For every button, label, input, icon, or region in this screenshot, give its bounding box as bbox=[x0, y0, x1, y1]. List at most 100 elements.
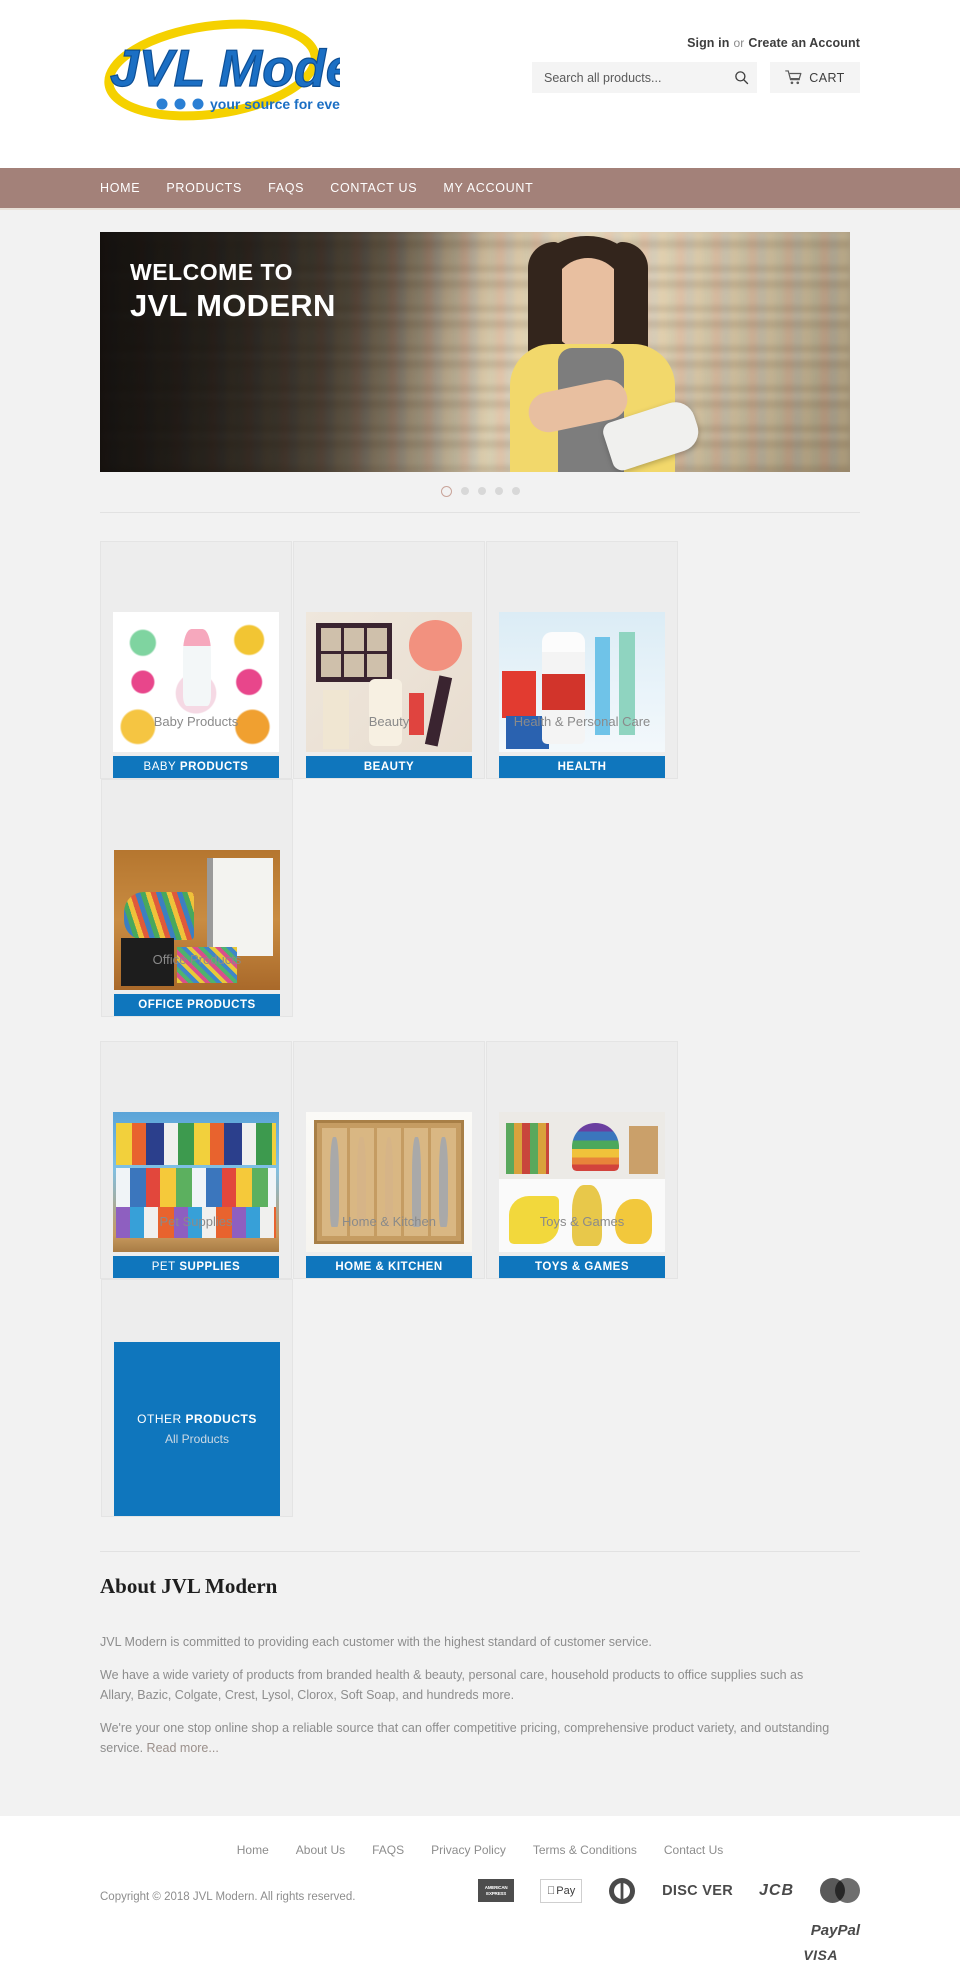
about-paragraph-1: JVL Modern is committed to providing eac… bbox=[100, 1635, 652, 1649]
site-header: JVL Modern your source for everything Si… bbox=[0, 0, 960, 168]
footer-link-contact-us[interactable]: Contact Us bbox=[664, 1843, 723, 1857]
category-tile-baby-products[interactable]: Baby Products BABY PRODUCTS bbox=[100, 541, 292, 779]
footer-link-about-us[interactable]: About Us bbox=[296, 1843, 345, 1857]
category-tile-office-products[interactable]: Office Products OFFICE PRODUCTS bbox=[101, 779, 293, 1017]
about-paragraph-2: We have a wide variety of products from … bbox=[100, 1668, 804, 1702]
carousel-dot-4[interactable] bbox=[494, 487, 503, 495]
footer-link-privacy-policy[interactable]: Privacy Policy bbox=[431, 1843, 506, 1857]
category-tile-toys-games[interactable]: Toys & Games TOYS & GAMES bbox=[486, 1041, 678, 1279]
category-bar-bold: TOYS & GAMES bbox=[535, 1261, 629, 1273]
category-grid-row-1: Baby Products BABY PRODUCTS Beauty BEAUT… bbox=[100, 541, 860, 1017]
category-bar-beauty: BEAUTY bbox=[306, 756, 472, 778]
category-bar-bold: SUPPLIES bbox=[179, 1261, 241, 1273]
category-tile-other-products[interactable]: OTHER PRODUCTS All Products bbox=[101, 1279, 293, 1517]
amex-label: AMERICAN EXPRESS bbox=[484, 1885, 508, 1896]
footer-link-home[interactable]: Home bbox=[237, 1843, 269, 1857]
category-image-home-kitchen bbox=[306, 1112, 472, 1252]
payment-icon-diners-club bbox=[608, 1877, 636, 1904]
category-bar-office-products: OFFICE PRODUCTS bbox=[114, 994, 280, 1016]
account-links: Sign in or Create an Account bbox=[687, 36, 860, 50]
search-box[interactable] bbox=[532, 62, 757, 93]
category-bar-pet-supplies: PET SUPPLIES bbox=[113, 1256, 279, 1278]
category-bar-thin: PET bbox=[151, 1261, 176, 1273]
footer-link-terms-conditions[interactable]: Terms & Conditions bbox=[533, 1843, 637, 1857]
hero-line-1: WELCOME TO bbox=[130, 259, 294, 285]
payment-icon-jcb: JCB bbox=[759, 1879, 794, 1903]
other-products-title-thin: OTHER bbox=[137, 1412, 186, 1426]
cart-label: CART bbox=[809, 70, 845, 85]
nav-item-products[interactable]: PRODUCTS bbox=[166, 181, 242, 195]
create-account-link[interactable]: Create an Account bbox=[748, 36, 860, 50]
account-or-text: or bbox=[733, 36, 745, 50]
copyright-text: Copyright © 2018 JVL Modern. All rights … bbox=[100, 1890, 356, 1903]
svg-text:your source for everything: your source for everything bbox=[210, 96, 340, 112]
category-bar-bold: HEALTH bbox=[557, 761, 607, 773]
payment-icon-mastercard bbox=[820, 1878, 860, 1904]
category-bar-thin: BABY bbox=[143, 761, 177, 773]
other-products-title: OTHER PRODUCTS bbox=[137, 1412, 257, 1426]
category-image-toys-games bbox=[499, 1112, 665, 1252]
payment-icon-paypal: PayPal bbox=[811, 1919, 860, 1943]
apple-pay-label: Pay bbox=[551, 1884, 575, 1897]
paypal-label: PayPal bbox=[810, 1922, 860, 1940]
svg-text:JVL Modern: JVL Modern bbox=[110, 40, 340, 98]
category-bar-bold: PRODUCTS bbox=[179, 761, 249, 773]
about-paragraph-3: We're your one stop online shop a reliab… bbox=[100, 1719, 830, 1758]
payment-icon-discover: DISC VER bbox=[662, 1879, 733, 1903]
carousel-dot-3[interactable] bbox=[477, 487, 486, 495]
category-grid-row-2: Pet Supplies PET SUPPLIES Home & Kitchen… bbox=[100, 1041, 860, 1517]
nav-item-home[interactable]: HOME bbox=[100, 181, 140, 195]
payment-icon-visa: VISA bbox=[803, 1943, 838, 1967]
other-products-subtitle: All Products bbox=[164, 1432, 230, 1446]
search-input[interactable] bbox=[544, 70, 734, 85]
payment-icon-american-express: AMERICAN EXPRESS bbox=[478, 1879, 515, 1903]
cart-button[interactable]: CART bbox=[770, 62, 860, 93]
payment-methods-row-2: VISA bbox=[420, 1943, 860, 1967]
sign-in-link[interactable]: Sign in bbox=[687, 36, 729, 50]
hero-text: WELCOME TO JVL MODERN bbox=[130, 258, 336, 326]
footer-link-faqs[interactable]: FAQS bbox=[372, 1843, 404, 1857]
payment-methods: AMERICAN EXPRESS Pay bbox=[420, 1877, 860, 1943]
search-icon[interactable] bbox=[734, 70, 749, 85]
payment-icon-apple-pay: Pay bbox=[540, 1878, 583, 1903]
section-divider bbox=[100, 512, 860, 513]
category-image-pet-supplies bbox=[113, 1112, 279, 1252]
category-bar-bold: BEAUTY bbox=[363, 761, 415, 773]
main-navigation: HOME PRODUCTS FAQS CONTACT US MY ACCOUNT bbox=[0, 168, 960, 210]
other-products-title-bold: PRODUCTS bbox=[185, 1412, 257, 1426]
visa-label: VISA bbox=[803, 1946, 838, 1963]
category-image-office-products bbox=[114, 850, 280, 990]
category-tile-health[interactable]: Health & Personal Care HEALTH bbox=[486, 541, 678, 779]
main-content: WELCOME TO JVL MODERN Baby Products BABY… bbox=[0, 210, 960, 1985]
category-bar-health: HEALTH bbox=[499, 756, 665, 778]
nav-item-contact-us[interactable]: CONTACT US bbox=[330, 181, 417, 195]
search-and-cart: CART bbox=[532, 62, 860, 93]
site-footer: Home About Us FAQS Privacy Policy Terms … bbox=[0, 1815, 960, 1985]
category-tile-pet-supplies[interactable]: Pet Supplies PET SUPPLIES bbox=[100, 1041, 292, 1279]
category-bar-bold: HOME & KITCHEN bbox=[335, 1261, 443, 1273]
footer-bottom: Copyright © 2018 JVL Modern. All rights … bbox=[100, 1877, 860, 1985]
read-more-link[interactable]: Read more... bbox=[147, 1741, 219, 1755]
category-bar-toys-games: TOYS & GAMES bbox=[499, 1256, 665, 1278]
carousel-dot-1[interactable] bbox=[440, 485, 452, 497]
hero-line-2: JVL MODERN bbox=[130, 287, 336, 323]
category-tile-home-kitchen[interactable]: Home & Kitchen HOME & KITCHEN bbox=[293, 1041, 485, 1279]
shopping-cart-icon bbox=[785, 70, 802, 85]
category-image-baby-products bbox=[113, 612, 279, 752]
carousel-dot-2[interactable] bbox=[460, 487, 469, 495]
category-bar-home-kitchen: HOME & KITCHEN bbox=[306, 1256, 472, 1278]
footer-links: Home About Us FAQS Privacy Policy Terms … bbox=[100, 1843, 860, 1879]
nav-item-faqs[interactable]: FAQS bbox=[268, 181, 304, 195]
category-tile-beauty[interactable]: Beauty BEAUTY bbox=[293, 541, 485, 779]
jcb-label: JCB bbox=[758, 1881, 794, 1899]
other-products-block: OTHER PRODUCTS All Products bbox=[114, 1342, 280, 1516]
carousel-dot-5[interactable] bbox=[511, 487, 520, 495]
category-bar-bold: OFFICE PRODUCTS bbox=[138, 999, 256, 1011]
nav-item-my-account[interactable]: MY ACCOUNT bbox=[443, 181, 533, 195]
discover-label: DISC VER bbox=[662, 1882, 733, 1899]
category-image-beauty bbox=[306, 612, 472, 752]
hero-banner[interactable]: WELCOME TO JVL MODERN bbox=[100, 232, 850, 472]
site-logo[interactable]: JVL Modern your source for everything bbox=[100, 12, 340, 127]
about-section: About JVL Modern JVL Modern is committed… bbox=[100, 1551, 860, 1758]
carousel-dots bbox=[100, 476, 860, 506]
